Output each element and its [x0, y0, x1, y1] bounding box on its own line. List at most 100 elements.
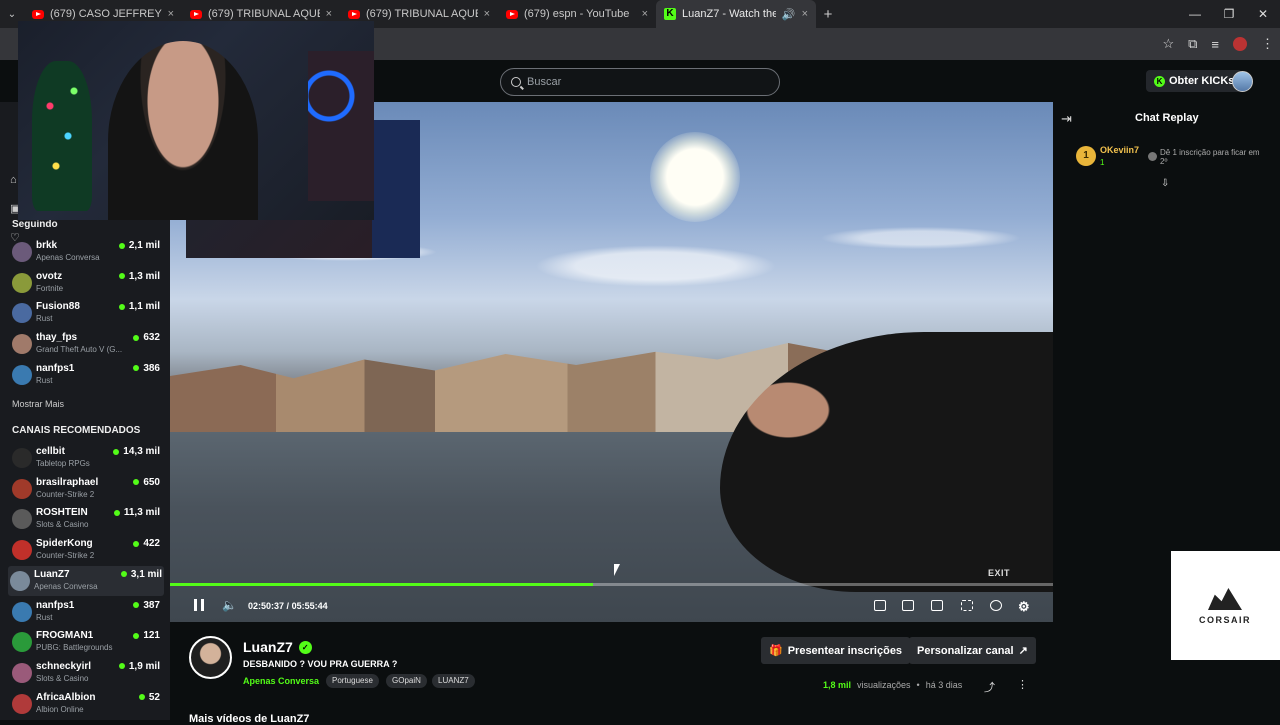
streamer-face	[108, 41, 258, 220]
live-dot-icon	[118, 663, 125, 670]
sidebar-channel-name: ROSHTEIN	[36, 507, 88, 519]
upload-age: há 3 dias	[925, 680, 963, 690]
progress-bar[interactable]	[170, 583, 1053, 586]
tag-luanz7[interactable]: LUANZ7	[432, 674, 475, 688]
sidebar-channel-item[interactable]: ROSHTEIN Slots & Casino 11,3 mil	[10, 504, 162, 534]
sidebar-channel-item[interactable]: FROGMAN1 PUBG: Battlegrounds 121	[10, 627, 162, 657]
recommended-title: CANAIS RECOMENDADOS	[12, 425, 141, 436]
duration: 05:55:44	[291, 601, 328, 611]
channel-avatar[interactable]	[189, 636, 232, 679]
pause-icon[interactable]	[194, 599, 204, 611]
channel-avatar-small	[12, 242, 32, 262]
viewer-count: 386	[143, 362, 160, 374]
sidebar-channel-item[interactable]: thay_fps Grand Theft Auto V (G... 632	[10, 329, 162, 359]
show-more-link[interactable]: Mostrar Mais	[12, 399, 64, 409]
expand-leaderboard-icon[interactable]: ⇩	[1161, 178, 1169, 189]
channel-avatar-small	[12, 478, 32, 499]
share-icon[interactable]: ⤴	[984, 679, 995, 695]
profile-avatar[interactable]	[1233, 37, 1247, 51]
sidebar-channel-category: Albion Online	[36, 704, 84, 714]
menu-icon[interactable]: ⋮	[1261, 36, 1274, 52]
browser-tab-4[interactable]: (679) espn - YouTube ×	[498, 0, 656, 28]
time-display: 02:50:37 / 05:55:44	[248, 601, 328, 611]
live-dot-icon	[133, 334, 140, 341]
close-icon[interactable]: ×	[484, 8, 490, 20]
sidebar-channel-category: Slots & Casino	[36, 673, 89, 683]
miniplayer-icon[interactable]	[874, 600, 886, 611]
close-window-icon[interactable]: ✕	[1246, 0, 1280, 28]
mouse-cursor	[614, 564, 620, 576]
settings-gear-icon[interactable]: ⚙	[1018, 599, 1030, 615]
minimize-icon[interactable]: —	[1178, 0, 1212, 28]
sidebar-viewer-count: 3,1 mil	[120, 569, 162, 580]
close-icon[interactable]: ×	[802, 8, 808, 20]
speaker-icon[interactable]: 🔊	[782, 8, 796, 21]
sidebar-channel-item[interactable]: brasilraphael Counter-Strike 2 650	[10, 474, 162, 504]
viewer-count: 1,3 mil	[128, 270, 160, 282]
live-dot-icon	[133, 632, 140, 639]
sidebar-channel-item[interactable]: AfricaAlbion Albion Online 52	[10, 689, 162, 719]
toolbar-icons: ☆ ⧉ ≡ ⋮	[1162, 28, 1274, 60]
progress-fill	[170, 583, 593, 586]
sidebar-channel-name: nanfps1	[36, 362, 75, 374]
tag-gopain[interactable]: GOpaiN	[386, 674, 427, 688]
clip-icon[interactable]	[902, 600, 914, 611]
neon-light	[308, 51, 374, 201]
sidebar-channel-name: cellbit	[36, 446, 65, 457]
close-icon[interactable]: ×	[642, 8, 648, 20]
sidebar-channel-item[interactable]: SpiderKong Counter-Strike 2 422	[10, 535, 162, 565]
close-icon[interactable]: ×	[326, 8, 332, 20]
sidebar-viewer-count: 650	[133, 477, 160, 488]
gift-subs-button[interactable]: 🎁 Presentear inscrições	[761, 637, 911, 664]
media-icon[interactable]: ≡	[1211, 37, 1219, 52]
sidebar-channel-item[interactable]: nanfps1 Rust 386	[10, 360, 162, 390]
volume-icon[interactable]: 🔈	[222, 598, 237, 612]
sidebar-channel-item[interactable]: brkk Apenas Conversa 2,1 mil	[10, 237, 162, 267]
sidebar-channel-item[interactable]: cellbit Tabletop RPGs 14,3 mil	[10, 443, 162, 473]
collapse-chat-icon[interactable]: ⇥	[1061, 111, 1072, 127]
current-time: 02:50:37	[248, 601, 285, 611]
customize-channel-button[interactable]: Personalizar canal ↗	[909, 637, 1036, 664]
viewer-count: 422	[143, 538, 160, 550]
gifter-name[interactable]: OKeviin7	[1100, 145, 1139, 155]
stream-title: DESBANIDO ? VOU PRA GUERRA ?	[243, 659, 398, 669]
speed-icon[interactable]	[990, 600, 1002, 611]
tag-portuguese[interactable]: Portuguese	[326, 674, 379, 688]
sidebar-channel-item[interactable]: Fusion88 Rust 1,1 mil	[10, 298, 162, 328]
sidebar-channel-item[interactable]: LuanZ7 Apenas Conversa 3,1 mil	[8, 565, 164, 596]
gift-info-icon	[1148, 152, 1157, 161]
sidebar-viewer-count: 1,3 mil	[118, 270, 160, 282]
bookmark-star-icon[interactable]: ☆	[1162, 36, 1174, 52]
theater-mode-icon[interactable]	[931, 600, 943, 611]
sidebar-channel-item[interactable]: nanfps1 Rust 387	[10, 597, 162, 627]
live-dot-icon	[133, 602, 140, 608]
gift-subs-label: Presentear inscrições	[787, 644, 903, 657]
sidebar-channel-item[interactable]: ovotz Fortnite 1,3 mil	[10, 268, 162, 298]
channel-name[interactable]: LuanZ7	[243, 639, 293, 655]
extensions-icon[interactable]: ⧉	[1188, 36, 1197, 52]
ad-brand: CORSAIR	[1199, 615, 1252, 625]
tab-search-icon[interactable]: ⌄	[0, 9, 24, 20]
category-link[interactable]: Apenas Conversa	[243, 676, 319, 686]
close-icon[interactable]: ×	[168, 8, 174, 20]
get-kicks-button[interactable]: K Obter KICKs	[1146, 70, 1243, 92]
new-tab-button[interactable]: +	[816, 6, 840, 23]
channel-name-row: LuanZ7 ✓	[243, 639, 312, 655]
viewer-count: 387	[143, 599, 160, 611]
live-dot-icon	[113, 509, 120, 516]
viewer-count: 121	[143, 630, 160, 642]
sidebar-channel-category: Rust	[36, 375, 53, 385]
fullscreen-icon[interactable]	[961, 600, 973, 611]
search-input[interactable]: Buscar	[500, 68, 780, 96]
gifter-count: 1	[1100, 158, 1105, 167]
restore-icon[interactable]: ❐	[1212, 0, 1246, 28]
more-options-icon[interactable]: ⋮	[1017, 678, 1028, 691]
sidebar-channel-name: FROGMAN1	[36, 630, 94, 642]
user-avatar[interactable]	[1232, 71, 1253, 92]
channel-avatar-small	[12, 448, 32, 468]
following-title: Seguindo	[12, 219, 58, 230]
window-controls: — ❐ ✕	[1178, 0, 1280, 28]
browser-tab-active[interactable]: K LuanZ7 - Watch the VOD o 🔊 ×	[656, 0, 816, 28]
sidebar-channel-item[interactable]: schneckyirl Slots & Casino 1,9 mil	[10, 658, 162, 688]
live-dot-icon	[138, 694, 145, 701]
